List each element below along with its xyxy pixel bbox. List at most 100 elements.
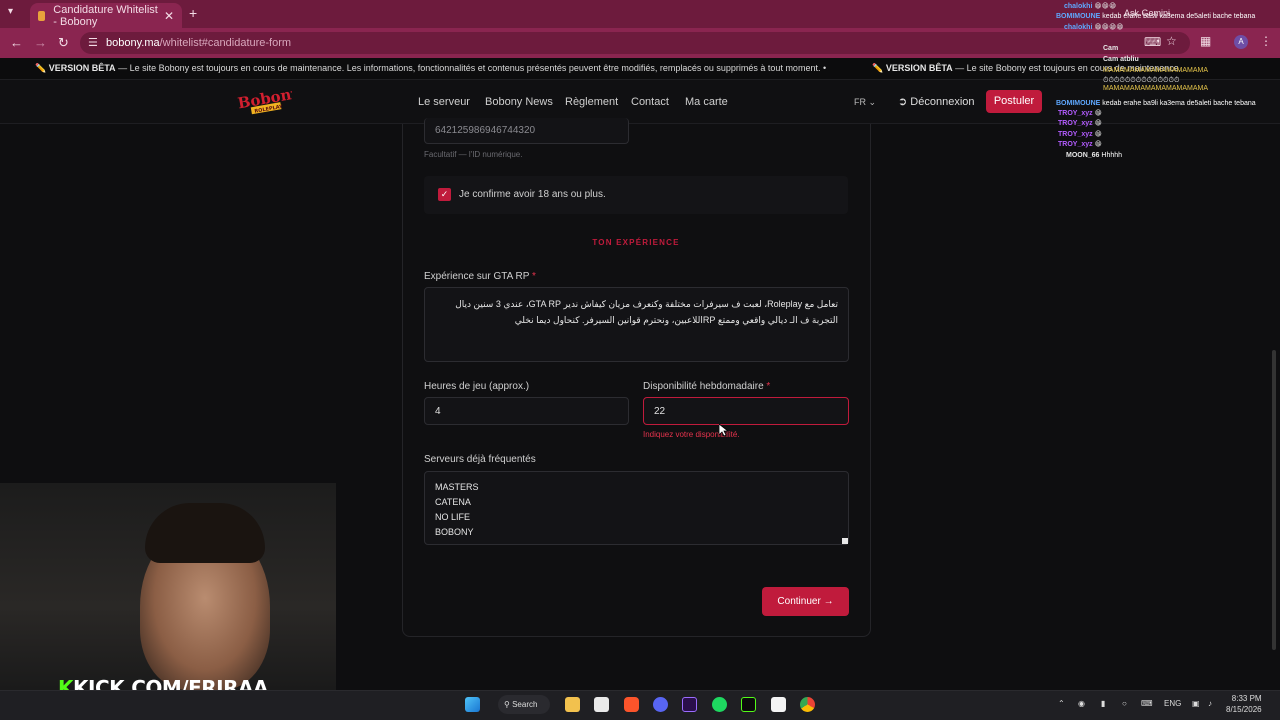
nav-ma-carte[interactable]: Ma carte [685, 96, 728, 108]
chat-line: TROY_xyz 😁 [1058, 141, 1102, 148]
file-explorer-icon[interactable] [565, 697, 580, 712]
logout-icon: ➲ [898, 96, 908, 108]
extensions-icon[interactable]: ▦ [1200, 34, 1211, 48]
emote-icon: 😁 [1094, 110, 1102, 117]
windows-taskbar [0, 690, 1280, 720]
network-icon[interactable]: ▣ [1192, 699, 1200, 708]
server-line: BOBONY [435, 527, 474, 537]
age-confirm-checkbox[interactable]: ✓ [438, 188, 451, 201]
chat-line: BOMIMOUNE kedab erahe basli ka3ema de5al… [1056, 13, 1256, 20]
chat-line: TROY_xyz 😁 [1058, 110, 1102, 117]
bobony-logo[interactable]: Bobony ROLEPLAY [236, 84, 302, 118]
microphone-icon[interactable]: ○ [1122, 699, 1127, 708]
server-line: MASTERS [435, 482, 479, 492]
chevron-down-icon: ⌄ [868, 97, 877, 107]
chat-line: TROY_xyz 😁 [1058, 131, 1102, 138]
language-selector[interactable]: FR ⌄ [854, 97, 876, 108]
new-tab-icon[interactable]: + [189, 5, 197, 21]
language-value: FR [854, 97, 866, 107]
nav-reglement[interactable]: Règlement [565, 96, 618, 108]
banner-prefix: VERSION BÊTA [48, 63, 116, 73]
continue-label: Continuer [777, 596, 821, 607]
chat-line: chalokhi 😁😁😁😁 [1064, 24, 1124, 31]
server-line: CATENA [435, 497, 471, 507]
bobony-favicon-icon [38, 10, 46, 21]
logout-label: Déconnexion [910, 96, 975, 108]
section-title-experience: TON EXPÉRIENCE [592, 238, 680, 247]
textarea-resize-handle[interactable] [842, 538, 848, 544]
profile-avatar[interactable]: A [1234, 35, 1248, 49]
back-icon[interactable]: ← [10, 35, 23, 50]
servers-textarea[interactable]: MASTERS CATENA NO LIFE BOBONY [424, 471, 849, 545]
emote-icon: 😁 [1094, 141, 1102, 148]
bookmark-star-icon[interactable]: ☆ [1166, 34, 1177, 48]
chat-line: Cam atbliu [1103, 56, 1139, 63]
reload-icon[interactable]: ↻ [58, 35, 69, 51]
tray-app-icon[interactable]: ◉ [1078, 699, 1085, 708]
browser-tab[interactable]: Candidature Whitelist - Bobony ✕ [30, 3, 182, 28]
tab-close-icon[interactable]: ✕ [164, 9, 174, 23]
hours-input[interactable]: 4 [424, 397, 629, 425]
clock-date: 8/15/2026 [1226, 705, 1262, 714]
streamer-webcam [0, 483, 336, 690]
url-path: /whitelist#candidature-form [159, 37, 292, 49]
banner-segment: ✏️ VERSION BÊTA — Le site Bobony est tou… [35, 63, 827, 73]
browser-menu-icon[interactable]: ⋮ [1260, 34, 1272, 48]
experience-textarea[interactable]: تعامل مع Roleplay، لعبت ف سيرفرات مختلفة… [424, 287, 849, 362]
required-marker: * [766, 381, 771, 392]
checkmark-icon: ✓ [440, 189, 449, 199]
arrow-right-icon: → [823, 596, 834, 607]
clock-time: 8:33 PM [1231, 694, 1262, 703]
volume-icon[interactable]: ♪ [1208, 699, 1212, 708]
page-scrollbar[interactable] [1272, 350, 1276, 650]
server-line: NO LIFE [435, 512, 471, 522]
discord-icon[interactable] [653, 697, 668, 712]
required-marker: * [532, 271, 536, 282]
windows-start-icon[interactable] [465, 697, 480, 712]
keyboard-icon[interactable]: ⌨ [1141, 699, 1153, 708]
servers-label: Serveurs déjà fréquentés [424, 454, 536, 465]
brave-browser-icon[interactable] [624, 697, 639, 712]
chat-spam-line: MAMAMAMAMAMAMAMAMAMA [1103, 85, 1208, 92]
logout-button[interactable]: ➲ Déconnexion [898, 95, 975, 108]
continue-button[interactable]: Continuer → [762, 587, 849, 616]
site-info-icon[interactable]: ☰ [88, 36, 98, 49]
age-confirm-label: Je confirme avoir 18 ans ou plus. [459, 189, 606, 200]
notes-icon[interactable] [771, 697, 786, 712]
emote-icon: 😁😁😁😁 [1094, 24, 1124, 31]
availability-label: Disponibilité hebdomadaire * [643, 381, 771, 392]
mouse-cursor-icon [719, 424, 728, 437]
nav-bobony-news[interactable]: Bobony News [485, 96, 553, 108]
kick-app-icon[interactable] [741, 697, 756, 712]
banner-message: — Le site Bobony est toujours en cours d… [115, 63, 821, 73]
tray-overflow-icon[interactable]: ⌃ [1058, 699, 1065, 708]
chat-spam-line: MAMAMAMAMAMAMAMAMAMA [1103, 67, 1208, 74]
beta-banner: ✏️ VERSION BÊTA — Le site Bobony est tou… [0, 58, 1280, 80]
nav-contact[interactable]: Contact [631, 96, 669, 108]
tab-list-chevron-icon[interactable]: ▾ [8, 6, 13, 17]
apply-button[interactable]: Postuler [986, 90, 1042, 113]
taskbar-clock[interactable]: 8:33 PM 8/15/2026 [1226, 693, 1262, 715]
translate-icon[interactable]: ⌨ [1144, 35, 1161, 49]
chat-line: TROY_xyz 😁 [1058, 120, 1102, 127]
url-host: bobony.ma [106, 37, 160, 49]
chat-line: chalokhi 😁😁😁 [1064, 3, 1117, 10]
tray-battery-icon[interactable]: ▮ [1101, 699, 1105, 708]
snipping-tool-icon[interactable] [594, 697, 609, 712]
spotify-icon[interactable] [712, 697, 727, 712]
forward-icon[interactable]: → [34, 35, 47, 50]
search-icon: ⚲ [504, 700, 510, 709]
taskbar-search-label: Search [512, 700, 538, 709]
chat-line: MOON_66 Hhhhh [1066, 152, 1123, 159]
taskbar-search[interactable]: ⚲ Search [498, 695, 550, 714]
discord-id-hint: Facultatif — l'ID numérique. [424, 150, 523, 159]
availability-input[interactable]: 22 [643, 397, 849, 425]
emote-icon: 😁 [1094, 131, 1102, 138]
language-indicator[interactable]: ENG [1164, 699, 1181, 708]
chrome-icon[interactable] [800, 697, 815, 712]
address-bar[interactable]: ☰ bobony.ma/whitelist#candidature-form [80, 32, 1190, 54]
nav-le-serveur[interactable]: Le serveur [418, 96, 470, 108]
discord-id-input[interactable]: 642125986946744320 [424, 118, 629, 144]
tab-title: Candidature Whitelist - Bobony [53, 3, 158, 28]
premiere-pro-icon[interactable] [682, 697, 697, 712]
